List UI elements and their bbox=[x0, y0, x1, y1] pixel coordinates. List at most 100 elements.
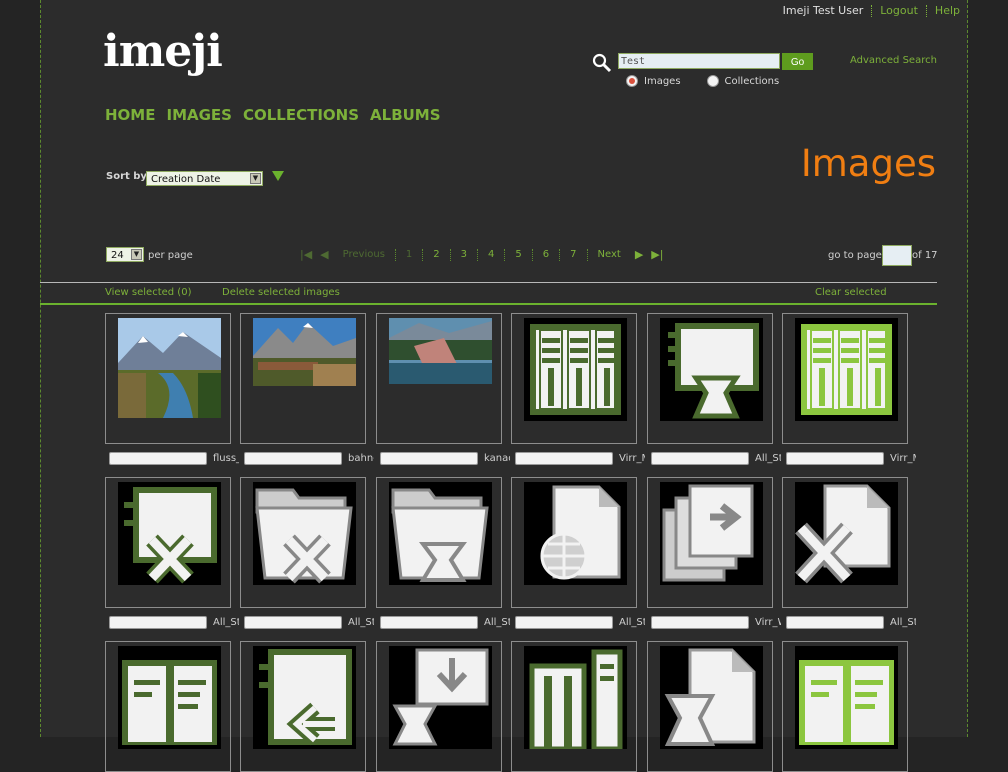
nav-home[interactable]: HOME bbox=[105, 106, 155, 124]
columns-icon[interactable] bbox=[524, 646, 627, 749]
search-input[interactable] bbox=[618, 53, 780, 69]
image-tile[interactable]: Virr_Media_TypeMu bbox=[511, 313, 645, 465]
clear-selected-link[interactable]: Clear selected bbox=[815, 287, 887, 298]
images-radio[interactable] bbox=[626, 75, 638, 87]
sort-direction-icon[interactable] bbox=[272, 171, 284, 181]
image-filename[interactable]: All_Status_ItemDele bbox=[890, 617, 916, 628]
image-tile[interactable]: All_Status_ItemDele bbox=[782, 477, 916, 629]
collections-radio[interactable] bbox=[706, 75, 719, 87]
page-link-7[interactable]: 7 bbox=[559, 248, 586, 261]
search-go-button[interactable]: Go bbox=[782, 53, 813, 70]
page-count: of 17 bbox=[912, 250, 938, 261]
per-page-label: per page bbox=[148, 250, 193, 261]
image-caption: Virr_Work_Assign_1 bbox=[651, 616, 781, 629]
image-filename[interactable]: All_Status_FilePenc bbox=[484, 617, 510, 628]
select-checkbox[interactable] bbox=[651, 452, 749, 465]
last-page-icon[interactable]: ▶| bbox=[647, 248, 667, 261]
delete-selected-link[interactable]: Delete selected images bbox=[222, 287, 340, 298]
image-tile[interactable] bbox=[511, 641, 637, 772]
file-pending-icon[interactable] bbox=[660, 646, 763, 749]
help-link[interactable]: Help bbox=[925, 5, 968, 17]
image-tile[interactable]: All_Status_ItemRele bbox=[511, 477, 645, 629]
select-checkbox[interactable] bbox=[109, 452, 207, 465]
select-checkbox[interactable] bbox=[244, 452, 342, 465]
image-tile[interactable]: bahn-tui-kanada.jp bbox=[240, 313, 374, 465]
image-filename[interactable]: Virr_Media_TypeMu bbox=[890, 453, 916, 464]
album-pending-icon[interactable] bbox=[660, 318, 763, 421]
first-page-icon[interactable]: |◀ bbox=[296, 248, 316, 261]
image-filename[interactable]: All_Status_AlbumPe bbox=[755, 453, 781, 464]
nav-images[interactable]: IMAGES bbox=[166, 106, 231, 124]
image-tile[interactable] bbox=[240, 641, 366, 772]
item-delete-icon[interactable] bbox=[795, 482, 898, 585]
select-checkbox[interactable] bbox=[515, 616, 613, 629]
image-filename[interactable]: All_Status_FileDele bbox=[348, 617, 374, 628]
previous-arrow-icon[interactable]: ◀ bbox=[316, 248, 332, 261]
next-arrow-icon[interactable]: ▶ bbox=[631, 248, 647, 261]
album-delete-icon[interactable] bbox=[118, 482, 221, 585]
sort-select[interactable]: Creation Date ▼ bbox=[146, 171, 263, 186]
select-checkbox[interactable] bbox=[515, 452, 613, 465]
select-checkbox[interactable] bbox=[786, 616, 884, 629]
select-checkbox[interactable] bbox=[651, 616, 749, 629]
image-tile[interactable] bbox=[105, 641, 231, 772]
image-tile[interactable] bbox=[376, 641, 502, 772]
work-assign-icon[interactable] bbox=[660, 482, 763, 585]
item-release-icon[interactable] bbox=[524, 482, 627, 585]
select-checkbox[interactable] bbox=[244, 616, 342, 629]
image-filename[interactable]: All_Status_ItemRele bbox=[619, 617, 645, 628]
user-bar: Imeji Test User Logout Help bbox=[775, 5, 968, 17]
image-filename[interactable]: kanada-park-2.jpg bbox=[484, 453, 510, 464]
per-page-select[interactable]: 24 ▼ bbox=[106, 247, 144, 262]
image-filename[interactable]: fluss_kanada.jpg bbox=[213, 453, 239, 464]
advanced-search-link[interactable]: Advanced Search bbox=[850, 55, 937, 66]
image-filename[interactable]: bahn-tui-kanada.jp bbox=[348, 453, 374, 464]
image-tile[interactable]: All_Status_FilePenc bbox=[376, 477, 510, 629]
image-tile[interactable]: All_Status_AlbumDe bbox=[105, 477, 239, 629]
image-tile[interactable]: Virr_Media_TypeMu bbox=[782, 313, 916, 465]
image-thumbnail[interactable] bbox=[253, 318, 356, 389]
image-tile[interactable]: All_Status_AlbumPe bbox=[647, 313, 781, 465]
cabinet-green-icon[interactable] bbox=[795, 318, 898, 421]
page-link-6[interactable]: 6 bbox=[531, 248, 559, 261]
page-link-2[interactable]: 2 bbox=[422, 248, 449, 261]
page-link-3[interactable]: 3 bbox=[449, 248, 477, 261]
select-checkbox[interactable] bbox=[380, 452, 478, 465]
image-thumbnail[interactable] bbox=[118, 318, 221, 421]
goto-page-input[interactable] bbox=[882, 245, 912, 266]
image-tile[interactable] bbox=[782, 641, 908, 772]
book-icon[interactable] bbox=[118, 646, 221, 749]
select-checkbox[interactable] bbox=[109, 616, 207, 629]
image-tile[interactable]: Virr_Work_Assign_1 bbox=[647, 477, 781, 629]
album-back-icon[interactable] bbox=[253, 646, 356, 749]
image-filename[interactable]: All_Status_AlbumDe bbox=[213, 617, 239, 628]
image-filename[interactable]: Virr_Work_Assign_1 bbox=[755, 617, 781, 628]
page-link-5[interactable]: 5 bbox=[504, 248, 531, 261]
image-filename[interactable]: Virr_Media_TypeMu bbox=[619, 453, 645, 464]
folder-delete-icon[interactable] bbox=[253, 482, 356, 585]
pagination: |◀ ◀ Previous 1 2 3 4 5 6 7 Next ▶ ▶| bbox=[296, 248, 667, 261]
image-tile[interactable] bbox=[647, 641, 773, 772]
imeji-logo[interactable]: imeji bbox=[103, 26, 223, 77]
book-green-icon[interactable] bbox=[795, 646, 898, 749]
image-tile[interactable]: kanada-park-2.jpg bbox=[376, 313, 510, 465]
page-link-1[interactable]: 1 bbox=[394, 248, 422, 261]
image-caption: Virr_Media_TypeMu bbox=[515, 452, 645, 465]
page-link-4[interactable]: 4 bbox=[477, 248, 504, 261]
logout-link[interactable]: Logout bbox=[871, 5, 926, 17]
nav-collections[interactable]: COLLECTIONS bbox=[243, 106, 359, 124]
select-checkbox[interactable] bbox=[786, 452, 884, 465]
image-tile[interactable]: All_Status_FileDele bbox=[240, 477, 374, 629]
cabinet-icon[interactable] bbox=[524, 318, 627, 421]
search-scope: Images Collections bbox=[626, 75, 779, 87]
image-thumbnail[interactable] bbox=[389, 318, 492, 387]
previous-link[interactable]: Previous bbox=[333, 249, 395, 261]
next-link[interactable]: Next bbox=[586, 248, 631, 261]
folder-pending-icon[interactable] bbox=[389, 482, 492, 585]
image-tile[interactable]: fluss_kanada.jpg bbox=[105, 313, 239, 465]
image-caption: bahn-tui-kanada.jp bbox=[244, 452, 374, 465]
view-selected-link[interactable]: View selected (0) bbox=[105, 287, 191, 298]
nav-albums[interactable]: ALBUMS bbox=[370, 106, 441, 124]
download-icon[interactable] bbox=[389, 646, 492, 749]
select-checkbox[interactable] bbox=[380, 616, 478, 629]
